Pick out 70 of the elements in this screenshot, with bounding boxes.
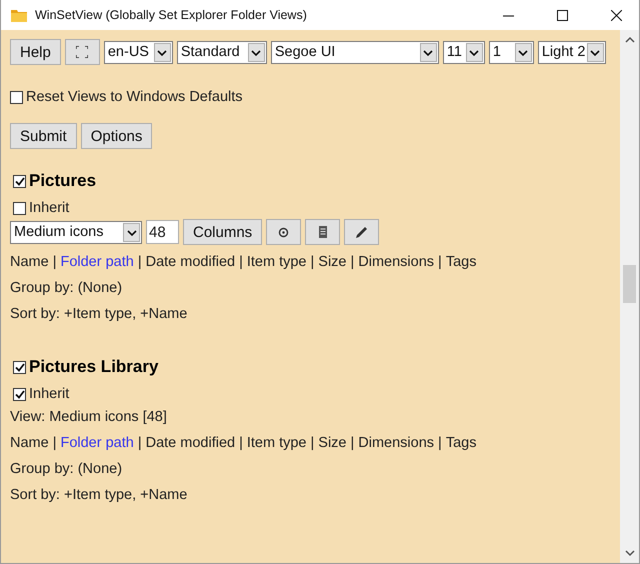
separator: | [52, 435, 56, 452]
edit-button[interactable] [344, 219, 380, 245]
dropdown[interactable]: en-US [104, 40, 173, 64]
checkbox[interactable] [13, 174, 26, 188]
checkbox-label: Inherit [29, 386, 70, 402]
icon-size-field[interactable]: 48 [146, 220, 179, 244]
group-by-text: Group by: (None) [10, 461, 124, 478]
column-name: Date modified [146, 435, 236, 452]
maximize-icon[interactable] [556, 10, 568, 20]
submit-button[interactable]: Submit [10, 123, 77, 149]
sort-by-text: Sort by: +Item type, +Name [10, 306, 188, 323]
dropdown[interactable]: 11 [442, 40, 485, 64]
column-name: Name [10, 254, 49, 271]
column-name: Size [318, 435, 346, 452]
dropdown[interactable]: Light 2 [538, 40, 606, 64]
group-by-text: Group by: (None) [10, 280, 124, 297]
columns-button[interactable]: Columns [183, 219, 262, 245]
section-title: Pictures Library [29, 357, 158, 377]
checkmark-icon [14, 390, 24, 398]
separator: | [239, 435, 243, 452]
column-name: Tags [446, 254, 476, 271]
expand-icon [76, 46, 88, 58]
help-button[interactable]: Help [10, 39, 61, 65]
dropdown[interactable]: Segoe UI [270, 40, 439, 64]
checkbox[interactable] [10, 90, 23, 104]
view-text: View: Medium icons [48] [10, 409, 168, 426]
window-title: WinSetView (Globally Set Explorer Folder Views) [35, 8, 308, 22]
separator: | [310, 435, 314, 452]
checkbox-label: Inherit [29, 200, 70, 216]
column-name: Dimensions [358, 254, 434, 271]
column-name: Date modified [146, 254, 236, 271]
checkbox[interactable] [13, 388, 26, 400]
separator: | [350, 254, 354, 271]
pencil-icon [355, 226, 368, 238]
separator: | [438, 254, 442, 271]
document-stack-icon [318, 225, 328, 239]
column-name: Item type [246, 435, 306, 452]
separator: | [350, 435, 354, 452]
dropdown[interactable]: Standard [176, 40, 267, 64]
checkbox-label: Reset Views to Windows Defaults [26, 89, 243, 105]
options-button[interactable]: Options [80, 123, 152, 149]
separator: | [138, 435, 142, 452]
checkmark-icon [14, 362, 24, 372]
column-name: Size [318, 254, 346, 271]
checkbox[interactable] [13, 202, 26, 214]
column-name[interactable]: Folder path [60, 435, 134, 452]
separator: | [438, 435, 442, 452]
column-name: Name [10, 435, 49, 452]
checkbox[interactable] [13, 360, 26, 374]
view-dropdown[interactable]: Medium icons [10, 220, 142, 244]
column-name: Tags [446, 435, 476, 452]
scroll-thumb[interactable] [623, 265, 636, 303]
scroll-down-icon[interactable] [624, 550, 634, 557]
section-title: Pictures [29, 171, 96, 191]
dropdown[interactable]: 1 [488, 40, 534, 64]
scrollbar[interactable] [620, 30, 639, 563]
close-icon[interactable] [610, 10, 622, 20]
separator: | [239, 254, 243, 271]
column-name[interactable]: Folder path [60, 254, 134, 271]
separator: | [310, 254, 314, 271]
checkmark-icon [14, 176, 24, 186]
column-name: Item type [246, 254, 306, 271]
column-name: Dimensions [358, 435, 434, 452]
sort-by-text: Sort by: +Item type, +Name [10, 487, 188, 504]
separator: | [52, 254, 56, 271]
document-button[interactable] [305, 219, 340, 245]
scroll-up-icon[interactable] [624, 36, 634, 43]
separator: | [138, 254, 142, 271]
folder-icon [11, 8, 27, 22]
settings-button[interactable] [266, 219, 302, 245]
